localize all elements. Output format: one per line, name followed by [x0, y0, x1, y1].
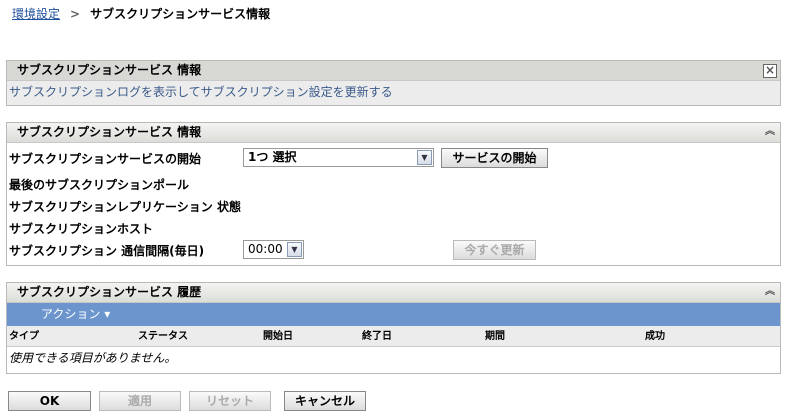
interval-select-value: 00:00 — [248, 242, 283, 256]
column-duration[interactable]: 期間 — [485, 326, 505, 347]
breadcrumb-parent-link[interactable]: 環境設定 — [12, 5, 60, 22]
empty-message: 使用できる項目がありません。 — [9, 351, 177, 365]
cancel-button[interactable]: キャンセル — [284, 391, 366, 411]
column-type[interactable]: タイプ — [9, 326, 39, 347]
settings-panel-header: サブスクリプションサービス 情報 ︽ — [7, 123, 780, 143]
collapse-icon[interactable]: ︽ — [763, 126, 777, 140]
info-panel: サブスクリプションサービス 情報 × サブスクリプションログを表示してサブスクリ… — [6, 60, 781, 106]
apply-button[interactable]: 適用 — [99, 391, 181, 411]
info-panel-title: サブスクリプションサービス 情報 — [17, 63, 202, 77]
history-panel: サブスクリプションサービス 履歴 ︽ アクション ▾ タイプ ステータス 開始日… — [6, 282, 781, 374]
info-panel-description: サブスクリプションログを表示してサブスクリプション設定を更新する — [7, 81, 780, 105]
column-end-date[interactable]: 終了日 — [362, 326, 392, 347]
table-header: タイプ ステータス 開始日 終了日 期間 成功 — [7, 326, 780, 347]
settings-panel-title: サブスクリプションサービス 情報 — [17, 125, 202, 139]
actions-menu[interactable]: アクション ▾ — [41, 307, 110, 321]
last-poll-label: 最後のサブスクリプションポール — [9, 178, 190, 192]
interval-select[interactable]: 00:00 ▼ — [243, 240, 304, 259]
start-label: サブスクリプションサービスの開始 — [9, 152, 202, 166]
start-select-value: 1つ 選択 — [248, 150, 297, 164]
history-panel-header: サブスクリプションサービス 履歴 ︽ — [7, 283, 780, 303]
update-now-button[interactable]: 今すぐ更新 — [453, 240, 536, 260]
close-icon[interactable]: × — [763, 64, 777, 78]
reset-button[interactable]: リセット — [189, 391, 271, 411]
column-start-date[interactable]: 開始日 — [263, 326, 293, 347]
chevron-down-icon[interactable]: ▼ — [287, 242, 302, 257]
collapse-icon[interactable]: ︽ — [763, 286, 777, 300]
page-title: サブスクリプションサービス情報 — [90, 7, 271, 21]
host-label: サブスクリプションホスト — [9, 222, 154, 236]
column-success[interactable]: 成功 — [645, 326, 665, 347]
start-service-select[interactable]: 1つ 選択 ▼ — [243, 148, 434, 167]
interval-label: サブスクリプション 通信間隔(毎日) — [9, 244, 205, 258]
breadcrumb: 環境設定 > サブスクリプションサービス情報 — [12, 5, 270, 22]
info-panel-header: サブスクリプションサービス 情報 × — [7, 61, 780, 81]
actions-bar: アクション ▾ — [7, 303, 780, 326]
history-panel-title: サブスクリプションサービス 履歴 — [17, 285, 202, 299]
chevron-down-icon[interactable]: ▼ — [417, 150, 432, 165]
ok-button[interactable]: OK — [8, 391, 91, 411]
column-status[interactable]: ステータス — [138, 326, 188, 347]
start-service-button[interactable]: サービスの開始 — [441, 148, 548, 168]
replication-status-label: サブスクリプションレプリケーション 状態 — [9, 200, 241, 214]
breadcrumb-separator: > — [70, 6, 81, 21]
settings-panel: サブスクリプションサービス 情報 ︽ サブスクリプションサービスの開始 1つ 選… — [6, 122, 781, 266]
